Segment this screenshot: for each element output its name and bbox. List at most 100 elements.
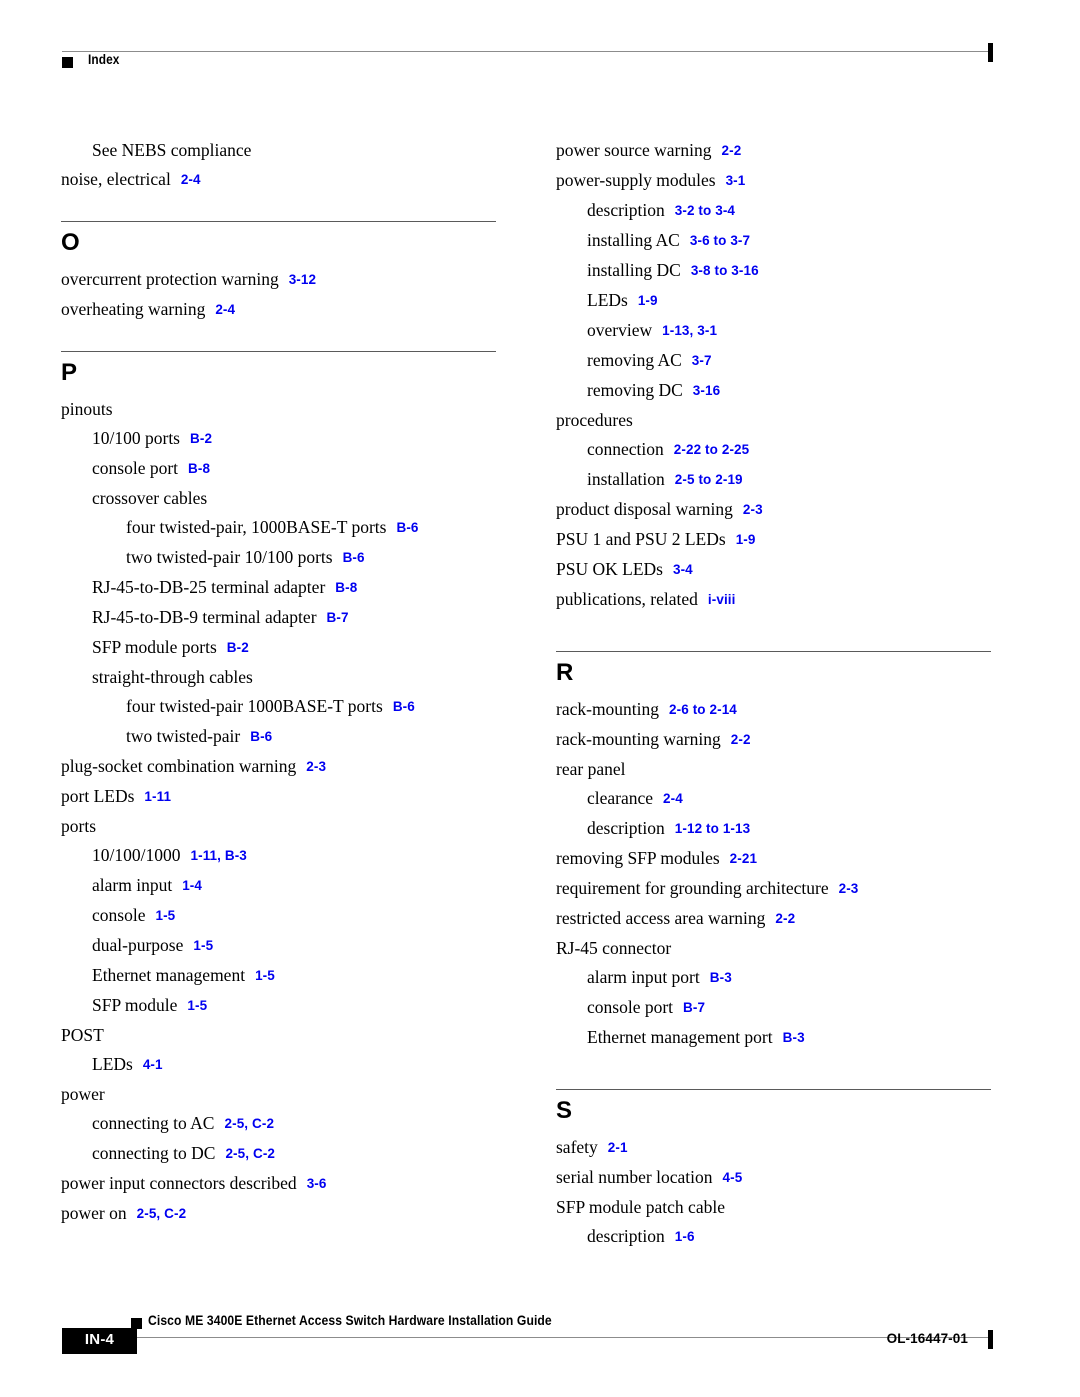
index-entry-page-reference[interactable]: 1-5 bbox=[193, 938, 213, 953]
index-entry-page-reference[interactable]: 2-3 bbox=[306, 759, 326, 774]
index-entry-page-reference[interactable]: 2-6 to 2-14 bbox=[669, 702, 737, 717]
index-entry: SFP module 1-5 bbox=[61, 991, 496, 1021]
index-entry-page-reference[interactable]: 3-4 bbox=[673, 562, 693, 577]
index-entry: four twisted-pair, 1000BASE-T ports B-6 bbox=[61, 513, 496, 543]
page-title: Index bbox=[88, 52, 120, 67]
index-entry-term: straight-through cables bbox=[92, 667, 253, 687]
index-entry: SFP module ports B-2 bbox=[61, 633, 496, 663]
index-entry-term: LEDs bbox=[92, 1054, 133, 1074]
index-entry: console 1-5 bbox=[61, 901, 496, 931]
index-entry: crossover cables bbox=[61, 484, 496, 513]
index-entry-page-reference[interactable]: 1-5 bbox=[155, 908, 175, 923]
index-entry-page-reference[interactable]: 1-5 bbox=[255, 968, 275, 983]
index-entry-page-reference[interactable]: 1-5 bbox=[187, 998, 207, 1013]
index-entry: pinouts bbox=[61, 395, 496, 424]
index-entry-page-reference[interactable]: 2-5, C-2 bbox=[225, 1146, 275, 1161]
index-entry-term: RJ-45-to-DB-25 terminal adapter bbox=[92, 577, 326, 597]
index-entry: description 1-6 bbox=[556, 1222, 991, 1252]
index-entry-page-reference[interactable]: 2-4 bbox=[215, 302, 235, 317]
index-entry-page-reference[interactable]: 2-5, C-2 bbox=[137, 1206, 187, 1221]
index-entry-page-reference[interactable]: 3-12 bbox=[289, 272, 316, 287]
index-entry-page-reference[interactable]: 3-7 bbox=[692, 353, 712, 368]
index-entry-page-reference[interactable]: 3-2 to 3-4 bbox=[675, 203, 735, 218]
index-entry: restricted access area warning 2-2 bbox=[556, 904, 991, 934]
footer-crop-mark-icon bbox=[988, 1330, 993, 1349]
index-entry-page-reference[interactable]: 2-3 bbox=[743, 502, 763, 517]
index-entry: RJ-45-to-DB-9 terminal adapter B-7 bbox=[61, 603, 496, 633]
index-entry-page-reference[interactable]: 2-4 bbox=[181, 172, 201, 187]
index-entry: POST bbox=[61, 1021, 496, 1050]
index-entry-page-reference[interactable]: 2-2 bbox=[775, 911, 795, 926]
index-entry-page-reference[interactable]: B-8 bbox=[335, 580, 357, 595]
index-entry-page-reference[interactable]: B-6 bbox=[393, 699, 415, 714]
index-entry-page-reference[interactable]: B-6 bbox=[343, 550, 365, 565]
index-column-right: power source warning 2-2 power-supply modu… bbox=[556, 136, 991, 1252]
index-entry: See NEBS compliance bbox=[61, 136, 496, 165]
index-entry-page-reference[interactable]: 1-11 bbox=[144, 789, 171, 804]
index-entry-term: installing DC bbox=[587, 260, 681, 280]
index-entry-page-reference[interactable]: 4-1 bbox=[143, 1057, 163, 1072]
index-entry: two twisted-pair B-6 bbox=[61, 722, 496, 752]
header-square-bullet-icon bbox=[62, 57, 73, 68]
index-entry-term: product disposal warning bbox=[556, 499, 733, 519]
index-entry: two twisted-pair 10/100 ports B-6 bbox=[61, 543, 496, 573]
index-entry-page-reference[interactable]: B-8 bbox=[188, 461, 210, 476]
index-entry-page-reference[interactable]: i-viii bbox=[708, 592, 736, 607]
index-entry-page-reference[interactable]: 1-11, B-3 bbox=[190, 848, 246, 863]
index-entry-term: two twisted-pair 10/100 ports bbox=[126, 547, 333, 567]
index-entry-page-reference[interactable]: 2-2 bbox=[731, 732, 751, 747]
index-entry-term: PSU 1 and PSU 2 LEDs bbox=[556, 529, 726, 549]
index-entry-page-reference[interactable]: B-6 bbox=[396, 520, 418, 535]
index-entry-page-reference[interactable]: 2-3 bbox=[839, 881, 859, 896]
index-entry-page-reference[interactable]: 1-6 bbox=[675, 1229, 695, 1244]
index-entry-page-reference[interactable]: 3-6 to 3-7 bbox=[690, 233, 750, 248]
index-entry-term: removing SFP modules bbox=[556, 848, 720, 868]
index-entry-page-reference[interactable]: B-7 bbox=[683, 1000, 705, 1015]
index-entry: connecting to AC 2-5, C-2 bbox=[61, 1109, 496, 1139]
index-entry-page-reference[interactable]: 3-8 to 3-16 bbox=[691, 263, 759, 278]
index-entry-page-reference[interactable]: 2-5 to 2-19 bbox=[675, 472, 743, 487]
index-entry: power-supply modules 3-1 bbox=[556, 166, 991, 196]
page-header: Index bbox=[0, 0, 1080, 100]
index-entry-page-reference[interactable]: 3-6 bbox=[307, 1176, 327, 1191]
index-entry-page-reference[interactable]: 1-4 bbox=[182, 878, 202, 893]
index-entry-page-reference[interactable]: 3-1 bbox=[726, 173, 746, 188]
index-entry: LEDs 4-1 bbox=[61, 1050, 496, 1080]
index-entry-page-reference[interactable]: 2-4 bbox=[663, 791, 683, 806]
index-entry-term: port LEDs bbox=[61, 786, 135, 806]
index-entry-page-reference[interactable]: 1-13, 3-1 bbox=[662, 323, 717, 338]
index-entry-page-reference[interactable]: B-2 bbox=[190, 431, 212, 446]
index-entry-term: rack-mounting bbox=[556, 699, 660, 719]
index-entry: 10/100/1000 1-11, B-3 bbox=[61, 841, 496, 871]
index-entry-page-reference[interactable]: B-6 bbox=[250, 729, 272, 744]
index-entry-page-reference[interactable]: B-7 bbox=[327, 610, 349, 625]
index-entry-page-reference[interactable]: B-3 bbox=[783, 1030, 805, 1045]
index-entry-term: console bbox=[92, 905, 146, 925]
index-entry-page-reference[interactable]: B-2 bbox=[227, 640, 249, 655]
index-entry-page-reference[interactable]: 2-1 bbox=[608, 1140, 628, 1155]
index-entry: alarm input port B-3 bbox=[556, 963, 991, 993]
index-entry-page-reference[interactable]: 1-12 to 1-13 bbox=[675, 821, 750, 836]
index-entry-term: overcurrent protection warning bbox=[61, 269, 279, 289]
index-entry-page-reference[interactable]: 4-5 bbox=[722, 1170, 742, 1185]
index-entry-term: SFP module patch cable bbox=[556, 1197, 725, 1217]
index-entry-page-reference[interactable]: 1-9 bbox=[638, 293, 658, 308]
index-entry-page-reference[interactable]: 2-22 to 2-25 bbox=[674, 442, 749, 457]
index-entry: serial number location 4-5 bbox=[556, 1163, 991, 1193]
index-entry-page-reference[interactable]: 2-5, C-2 bbox=[224, 1116, 274, 1131]
index-entry-term: removing DC bbox=[587, 380, 683, 400]
index-entry-page-reference[interactable]: 1-9 bbox=[736, 532, 756, 547]
index-entry-page-reference[interactable]: 2-2 bbox=[722, 143, 742, 158]
index-entry-page-reference[interactable]: 3-16 bbox=[693, 383, 720, 398]
index-entry-term: overheating warning bbox=[61, 299, 206, 319]
index-entry-term: See NEBS compliance bbox=[92, 140, 252, 160]
index-entry-page-reference[interactable]: 2-21 bbox=[730, 851, 757, 866]
index-entry-page-reference[interactable]: B-3 bbox=[710, 970, 732, 985]
header-divider-rule bbox=[62, 51, 992, 52]
index-entry-term: noise, electrical bbox=[61, 169, 171, 189]
index-entry: Ethernet management port B-3 bbox=[556, 1023, 991, 1053]
